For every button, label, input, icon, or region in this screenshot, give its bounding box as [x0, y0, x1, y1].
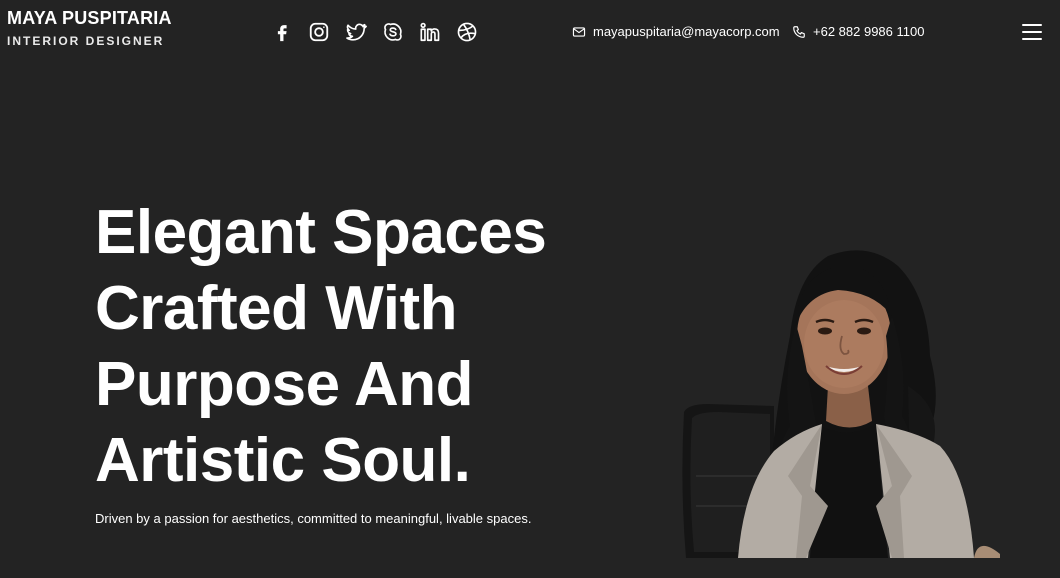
hero-subtitle: Driven by a passion for aesthetics, comm… [95, 511, 532, 526]
facebook-link[interactable] [270, 20, 293, 43]
dribbble-icon [457, 22, 476, 41]
facebook-icon [277, 24, 287, 41]
linkedin-icon [419, 22, 439, 41]
skype-link[interactable] [381, 20, 404, 43]
dribbble-link[interactable] [455, 20, 478, 43]
instagram-link[interactable] [307, 20, 330, 43]
phone-text: +62 882 9986 1100 [813, 24, 925, 39]
contact-phone[interactable]: +62 882 9986 1100 [792, 24, 924, 39]
twitter-link[interactable] [344, 20, 367, 43]
hamburger-menu-icon[interactable] [1022, 24, 1042, 40]
social-links [270, 20, 478, 43]
twitter-icon [345, 23, 367, 41]
brand[interactable]: MAYA PUSPITARIA INTERIOR DESIGNER [7, 8, 172, 48]
portrait-image [682, 250, 1000, 558]
phone-icon [793, 25, 805, 38]
instagram-icon [309, 22, 328, 41]
email-text: mayapuspitaria@mayacorp.com [593, 24, 780, 39]
hero-title: Elegant Spaces Crafted With Purpose And … [95, 198, 547, 495]
skype-icon [383, 22, 402, 41]
brand-name: MAYA PUSPITARIA [7, 8, 172, 28]
brand-role: INTERIOR DESIGNER [7, 34, 165, 48]
linkedin-link[interactable] [418, 20, 441, 43]
mail-icon [572, 26, 586, 37]
contact-email[interactable]: mayapuspitaria@mayacorp.com [572, 24, 780, 39]
